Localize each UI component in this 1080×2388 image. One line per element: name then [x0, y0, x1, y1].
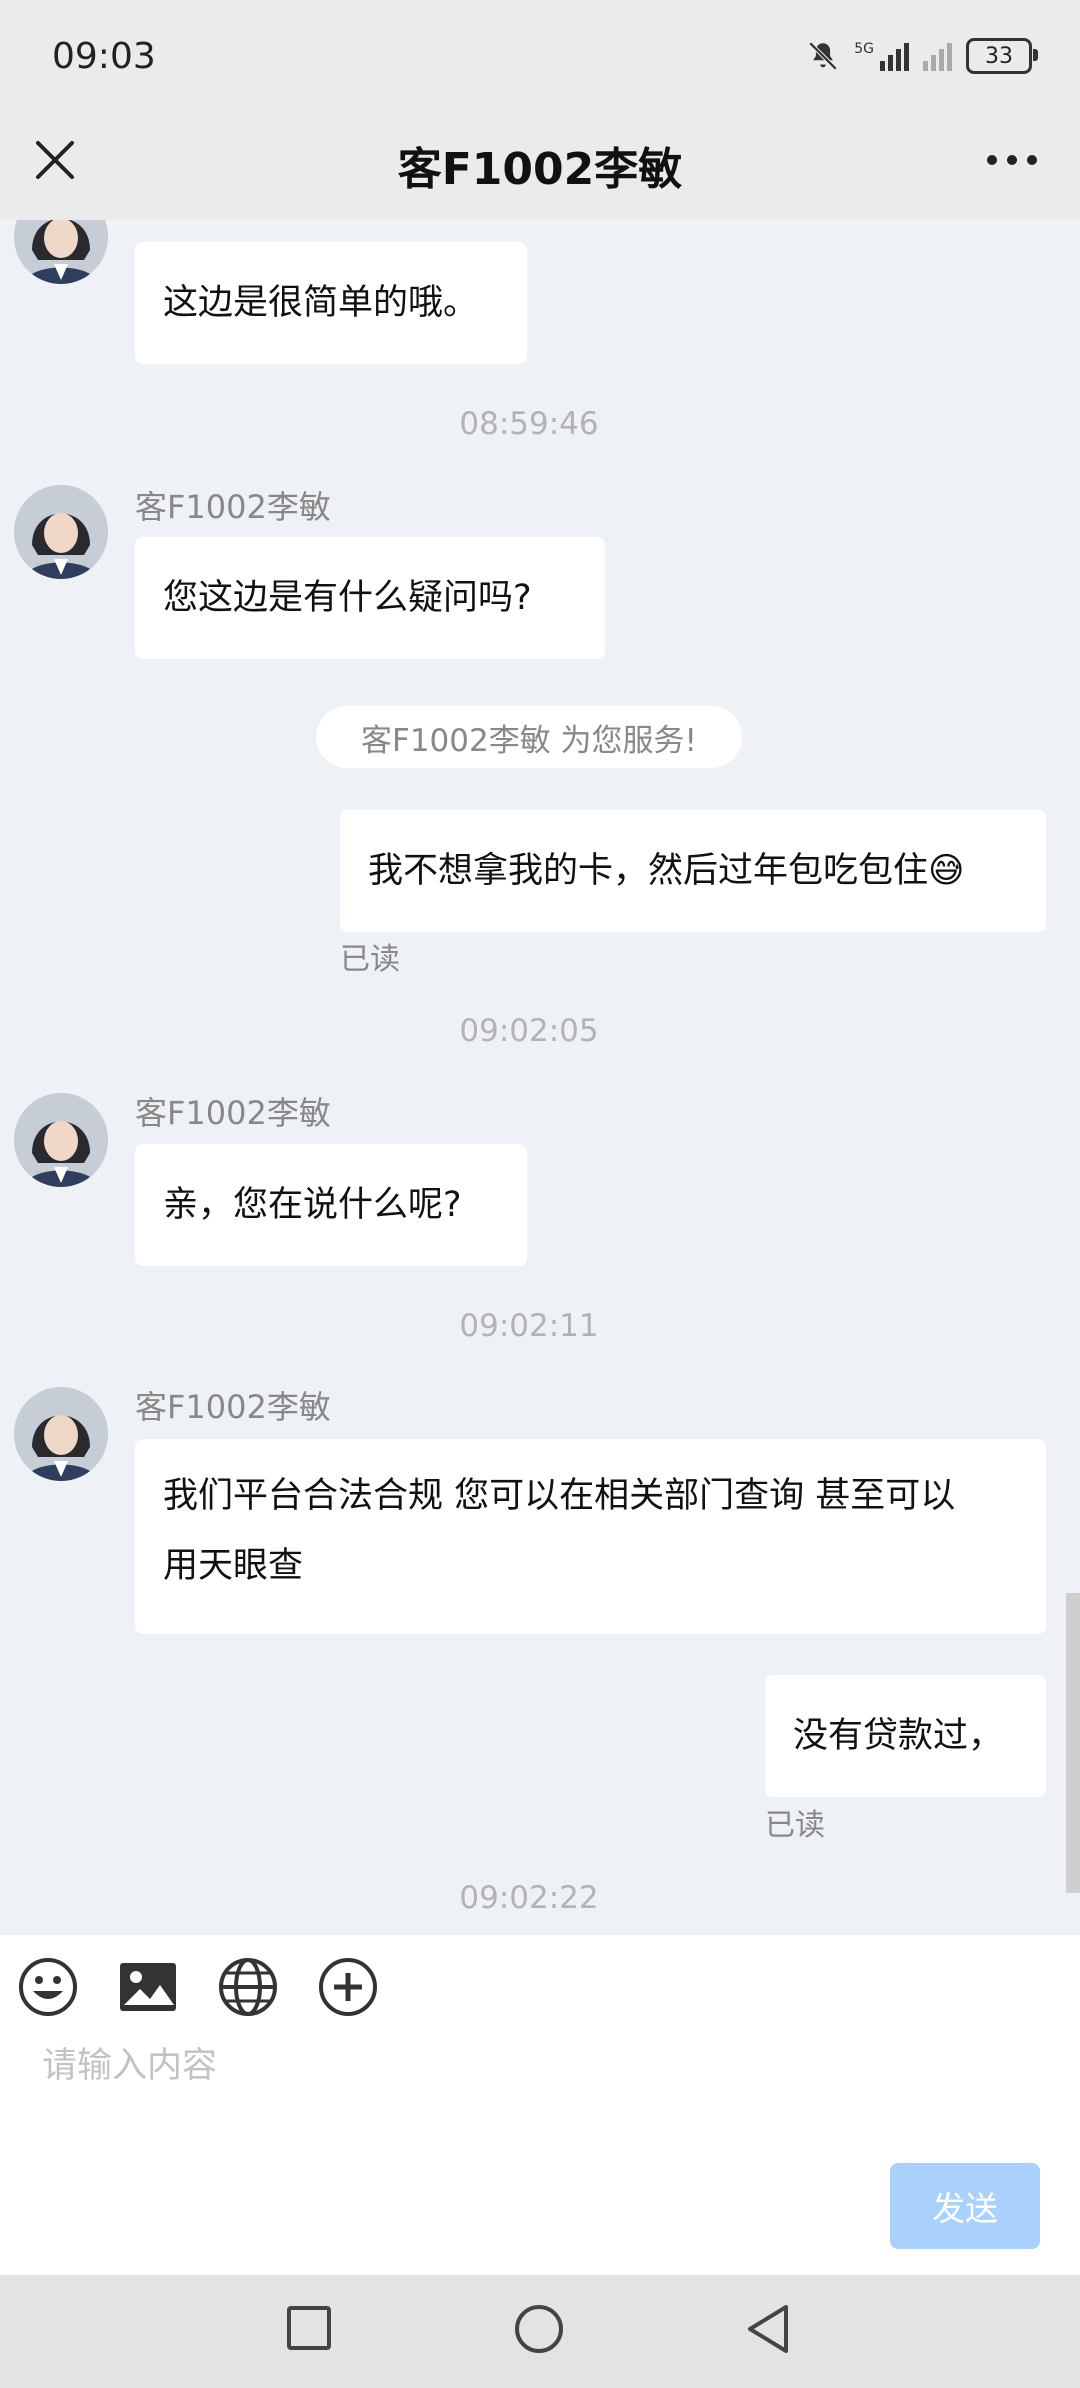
message-text: 我不想拿我的卡，然后过年包吃包住😅	[368, 851, 965, 891]
message-text: 没有贷款过，	[793, 1716, 1004, 1756]
more-icon[interactable]	[984, 140, 1040, 180]
message-bubble[interactable]: 这边是很简单的哦。	[135, 242, 527, 364]
message-bubble[interactable]: 亲，您在说什么呢?	[135, 1144, 527, 1266]
recent-apps-icon[interactable]	[284, 2303, 334, 2353]
sender-name: 客F1002李敏	[135, 488, 331, 526]
read-receipt: 已读	[340, 942, 400, 977]
message-text: 亲，您在说什么呢?	[163, 1185, 462, 1225]
home-icon[interactable]	[513, 2303, 565, 2355]
battery-icon: 33	[966, 38, 1038, 74]
page-title: 客F1002李敏	[397, 144, 683, 195]
message-bubble[interactable]: 您这边是有什么疑问吗?	[135, 537, 605, 659]
sender-name: 客F1002李敏	[135, 1094, 331, 1132]
avatar[interactable]	[14, 485, 108, 579]
image-icon[interactable]	[116, 1955, 180, 2019]
send-button[interactable]: 发送	[890, 2163, 1040, 2249]
avatar-image	[14, 1387, 108, 1481]
chat-messages[interactable]: 这边是很简单的哦。 08:59:46 客F1002李敏 您这边是有什么疑问吗? …	[0, 220, 1080, 1935]
message-text: 您这边是有什么疑问吗?	[163, 578, 532, 618]
message-text-line: 我们平台合法合规 您可以在相关部门查询 甚至可以	[163, 1476, 956, 1516]
signal-icon	[880, 41, 909, 71]
signal-secondary-icon	[923, 41, 952, 71]
timestamp: 09:02:22	[459, 1880, 599, 1916]
message-composer: 发送	[0, 1935, 1080, 2275]
timestamp: 09:02:05	[459, 1013, 599, 1049]
plus-circle-icon[interactable]	[316, 1955, 380, 2019]
read-receipt: 已读	[765, 1808, 825, 1843]
globe-icon[interactable]	[216, 1955, 280, 2019]
avatar-image	[14, 485, 108, 579]
message-text: 这边是很简单的哦。	[163, 283, 479, 323]
mute-bell-icon	[808, 41, 838, 71]
message-bubble[interactable]: 我们平台合法合规 您可以在相关部门查询 甚至可以 用天眼查	[135, 1439, 1046, 1634]
battery-level: 33	[985, 43, 1013, 69]
sender-name: 客F1002李敏	[135, 1388, 331, 1426]
system-notice: 客F1002李敏 为您服务!	[316, 706, 742, 768]
avatar[interactable]	[14, 220, 108, 284]
scrollbar[interactable]	[1066, 1593, 1080, 1893]
back-icon[interactable]	[744, 2303, 794, 2355]
emoji-icon[interactable]	[16, 1955, 80, 2019]
status-icons: 5G 33	[806, 38, 1038, 74]
avatar[interactable]	[14, 1093, 108, 1187]
timestamp: 09:02:11	[459, 1308, 599, 1344]
avatar[interactable]	[14, 1387, 108, 1481]
avatar-image	[14, 220, 108, 284]
avatar-image	[14, 1093, 108, 1187]
timestamp: 08:59:46	[459, 406, 599, 442]
message-bubble-outgoing[interactable]: 没有贷款过，	[765, 1675, 1046, 1797]
message-text-line: 用天眼查	[163, 1546, 304, 1586]
status-time: 09:03	[52, 36, 156, 77]
status-bar: 09:03 5G 33	[0, 0, 1080, 115]
system-navigation-bar	[0, 2275, 1080, 2388]
chat-header: 客F1002李敏	[0, 115, 1080, 220]
network-label: 5G	[854, 41, 874, 57]
message-bubble-outgoing[interactable]: 我不想拿我的卡，然后过年包吃包住😅	[340, 810, 1046, 932]
